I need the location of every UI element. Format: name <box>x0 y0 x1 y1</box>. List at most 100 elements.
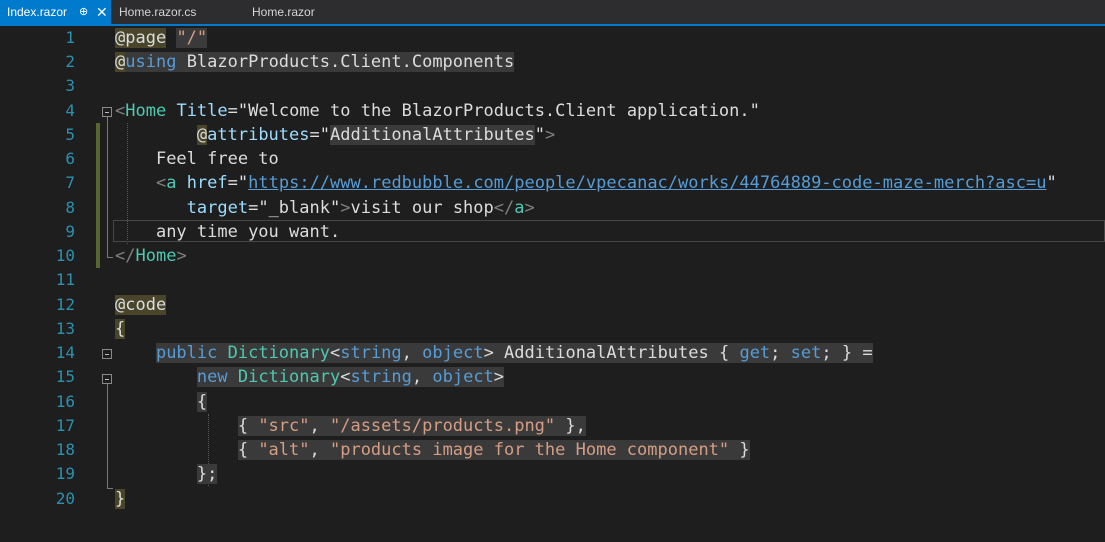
line-number: 2 <box>65 52 75 71</box>
line-number: 1 <box>65 28 75 47</box>
generic-bracket: < <box>340 367 351 387</box>
close-brace: }, <box>555 416 586 436</box>
open-brace: { <box>237 416 259 436</box>
code-line-7: <a href="https://www.redbubble.com/peopl… <box>115 171 1057 195</box>
attribute-name: href <box>186 173 228 193</box>
equals: = <box>227 101 238 121</box>
code-line-17: { "src", "/assets/products.png" }, <box>115 414 586 438</box>
line-number: 15 <box>55 367 75 386</box>
razor-at: @ <box>115 52 126 72</box>
tag-bracket: > <box>524 198 535 218</box>
object-keyword: object <box>422 343 484 363</box>
attribute-name: attributes <box>207 125 310 145</box>
component-tag: Home <box>125 101 167 121</box>
tag-bracket: < <box>155 173 167 193</box>
code-line-19: }; <box>115 462 218 486</box>
tab-home-razor[interactable]: Home.razor <box>252 0 315 24</box>
close-brace: } <box>115 489 126 509</box>
quote: " <box>1046 173 1057 193</box>
property-name: AdditionalAttributes { <box>493 343 740 363</box>
pin-icon[interactable]: ⊕ <box>79 0 88 24</box>
code-line-2: @using BlazorProducts.Client.Components <box>115 50 515 74</box>
code-line-16: { <box>115 390 208 414</box>
type-name: Dictionary <box>227 343 330 363</box>
quote: " <box>237 173 249 193</box>
equals: = <box>309 125 320 145</box>
semicolon: ; <box>770 343 791 363</box>
code-editor[interactable]: 1 2 3 4 5 6 7 8 9 10 11 12 13 14 15 16 1… <box>0 26 1105 542</box>
route-string: "/" <box>176 28 208 48</box>
line-number: 16 <box>55 392 75 411</box>
change-indicator-bar <box>96 123 100 268</box>
document-tab-bar: Index.razor ⊕ ✕ Home.razor.cs Home.razor <box>0 0 1105 26</box>
equals: = <box>248 198 259 218</box>
code-line-9: any time you want. <box>115 220 340 244</box>
attribute-value: "_blank" <box>258 198 341 218</box>
line-number: 3 <box>65 76 75 95</box>
tab-index-razor[interactable]: Index.razor ⊕ ✕ <box>0 0 111 24</box>
collapse-icon[interactable] <box>102 349 112 359</box>
dictionary-key: "src" <box>258 416 310 436</box>
fold-end-tick <box>107 257 113 258</box>
close-icon[interactable]: ✕ <box>96 0 108 24</box>
quote: " <box>534 125 545 145</box>
fold-line <box>107 117 108 257</box>
code-line-4: <Home Title="Welcome to the BlazorProduc… <box>115 99 760 123</box>
open-brace: { <box>115 319 126 339</box>
line-number: 19 <box>55 464 75 483</box>
line-number: 7 <box>65 173 75 192</box>
line-number: 17 <box>55 416 75 435</box>
shop-link[interactable]: https://www.redbubble.com/people/vpecana… <box>248 173 1046 193</box>
get-keyword: get <box>739 343 771 363</box>
equals: = <box>227 173 238 193</box>
code-line-1: @page "/" <box>115 26 208 50</box>
attribute-name: Title <box>176 101 228 121</box>
tag-bracket: > <box>340 198 351 218</box>
comma: , <box>411 367 433 387</box>
tag-bracket: < <box>115 101 126 121</box>
string-keyword: string <box>340 343 402 363</box>
code-line-14: public Dictionary<string, object> Additi… <box>115 341 873 365</box>
markup-text: Feel free to <box>155 149 279 169</box>
link-text: visit our shop <box>350 198 494 218</box>
line-number: 20 <box>55 489 75 508</box>
line-number: 10 <box>55 246 75 265</box>
code-block-directive: @code <box>115 295 167 315</box>
tag-bracket: > <box>176 246 187 266</box>
dictionary-value: "products image for the Home component" <box>329 440 730 460</box>
collapse-icon[interactable] <box>102 107 112 117</box>
tag-bracket: </ <box>493 198 515 218</box>
namespace: BlazorProducts.Client.Components <box>186 52 515 72</box>
code-line-5: @attributes="AdditionalAttributes"> <box>115 123 555 147</box>
tab-label: Home.razor.cs <box>119 5 197 19</box>
collapse-icon[interactable] <box>102 374 112 384</box>
tab-home-razor-cs[interactable]: Home.razor.cs <box>119 0 196 24</box>
open-brace: { <box>237 440 259 460</box>
generic-bracket: > <box>493 367 505 387</box>
line-number: 5 <box>65 125 75 144</box>
line-number: 8 <box>65 198 75 217</box>
code-line-15: new Dictionary<string, object> <box>115 365 505 389</box>
public-keyword: public <box>155 343 218 363</box>
line-number: 9 <box>65 222 75 241</box>
fold-line <box>107 384 108 488</box>
tag-bracket: </ <box>115 246 136 266</box>
quote: " <box>319 125 330 145</box>
line-number: 4 <box>65 101 75 120</box>
using-keyword: using <box>125 52 177 72</box>
code-line-12: @code <box>115 293 167 317</box>
property-end: ; } = <box>821 343 873 363</box>
razor-directive: @page <box>115 28 167 48</box>
open-brace: { <box>196 392 208 412</box>
component-tag: Home <box>135 246 177 266</box>
tab-label: Index.razor <box>7 5 68 19</box>
code-line-18: { "alt", "products image for the Home co… <box>115 438 750 462</box>
attribute-name: target <box>186 198 249 218</box>
code-line-13: { <box>115 317 126 341</box>
attribute-value: "Welcome to the BlazorProducts.Client ap… <box>237 101 760 121</box>
string-keyword: string <box>350 367 412 387</box>
line-number: 6 <box>65 149 75 168</box>
code-line-10: </Home> <box>115 244 187 268</box>
generic-bracket: < <box>329 343 341 363</box>
tab-label: Home.razor <box>252 5 315 19</box>
